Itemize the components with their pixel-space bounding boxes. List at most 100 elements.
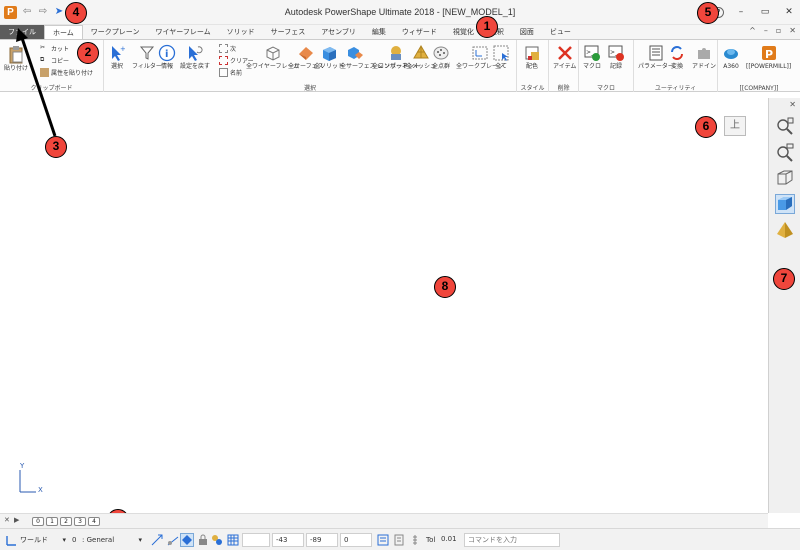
doc-restore-button[interactable]: ▫	[776, 26, 781, 35]
macro-play-icon: >_	[583, 44, 601, 62]
doc-minimize-button[interactable]: –	[764, 26, 768, 35]
name-button[interactable]: 名前	[219, 68, 242, 77]
component-icon	[387, 44, 405, 62]
surface-solid-icon	[346, 44, 364, 62]
select-arrow-icon[interactable]: ➤	[52, 5, 66, 19]
layer-bar-close-icon[interactable]: ✕	[4, 516, 10, 524]
shaded-cube-icon[interactable]	[775, 194, 795, 214]
tab-edit[interactable]: 編集	[364, 25, 394, 39]
layer-bar-toggle-icon[interactable]: ▶	[14, 516, 19, 524]
measure-icon[interactable]	[408, 533, 422, 547]
delete-item-button[interactable]: アイテム	[553, 44, 576, 70]
tab-file[interactable]: ファイル	[0, 25, 44, 39]
doc-close-button[interactable]: ✕	[789, 26, 796, 35]
convert-button[interactable]: 変換	[668, 44, 686, 70]
tab-surface[interactable]: サーフェス	[263, 25, 314, 39]
zoom-extents-icon[interactable]	[775, 116, 795, 136]
scissors-icon: ✂	[40, 44, 46, 51]
macro-button[interactable]: >_ マクロ	[583, 44, 601, 70]
tolerance-value[interactable]: 0.01	[438, 533, 462, 547]
layer-button-0[interactable]: 0	[32, 517, 44, 526]
x-coordinate-field[interactable]: -43	[272, 533, 304, 547]
paste-button[interactable]: 貼り付け	[4, 46, 28, 72]
chevron-down-icon: ▾	[62, 536, 66, 544]
lock-icon[interactable]	[196, 533, 210, 547]
view-orientation-label[interactable]: 上	[724, 116, 746, 136]
y-coordinate-field[interactable]: -89	[306, 533, 338, 547]
select-all-point-clouds-button[interactable]: 全点群	[432, 44, 450, 70]
app-logo-icon[interactable]: P	[4, 6, 17, 19]
command-input[interactable]	[464, 533, 560, 547]
tab-wizard[interactable]: ウィザード	[394, 25, 445, 39]
select-arrow-icon: +	[108, 44, 126, 62]
color-scheme-button[interactable]: 配色	[523, 44, 541, 70]
svg-text:P: P	[765, 48, 773, 61]
powermill-logo-icon: P	[760, 44, 778, 62]
copy-button[interactable]: ⧉ コピー	[40, 56, 69, 65]
collapse-ribbon-icon[interactable]: ^	[749, 26, 756, 35]
layer-number: 0	[72, 536, 77, 544]
status-bar: ワールド ▾ 0 : General ▾ -43 -89 0 Tol 0.01	[0, 528, 800, 550]
powermill-button[interactable]: P [[POWERMILL]]	[746, 44, 791, 70]
z-coordinate-field[interactable]: 0	[340, 533, 372, 547]
select-all-button[interactable]: 全て	[492, 44, 510, 70]
delete-x-icon	[556, 44, 574, 62]
graphics-viewport[interactable]: 上 Y X	[0, 92, 768, 513]
chevron-down-icon: ▾	[138, 536, 142, 544]
workplane-icon	[471, 44, 489, 62]
workplane-axis-icon[interactable]	[4, 533, 18, 547]
annotation-7: 7	[773, 268, 795, 290]
tab-assembly[interactable]: アセンブリ	[313, 25, 364, 39]
wireframe-cube-icon[interactable]	[775, 168, 795, 188]
zoom-box-icon[interactable]	[775, 142, 795, 162]
pyramid-shade-icon[interactable]	[775, 220, 795, 240]
layer-bar: ✕ ▶ 0 1 2 3 4	[0, 513, 768, 528]
close-button[interactable]: ✕	[782, 5, 796, 19]
addin-button[interactable]: アドイン	[692, 44, 716, 70]
select-all-surfaces-solids-button[interactable]: 全サーフェス & ソリッド	[340, 44, 408, 70]
snap-icon[interactable]	[150, 533, 164, 547]
view-mode-icon[interactable]	[180, 533, 194, 547]
record-macro-button[interactable]: >_ 記録	[607, 44, 625, 70]
point-cloud-icon	[432, 44, 450, 62]
a360-button[interactable]: A360	[722, 44, 740, 70]
annotation-8: 8	[434, 276, 456, 298]
tolerance-label: Tol	[426, 536, 436, 544]
tab-home[interactable]: ホーム	[44, 25, 83, 39]
snap-angle-icon[interactable]	[166, 533, 180, 547]
cut-button[interactable]: ✂ カット	[40, 44, 69, 53]
tab-solid[interactable]: ソリッド	[219, 25, 263, 39]
tab-view[interactable]: ビュー	[542, 25, 579, 39]
layer-button-1[interactable]: 1	[46, 517, 58, 526]
undo-icon[interactable]: ⇦	[20, 5, 34, 19]
minimize-button[interactable]: –	[734, 5, 748, 19]
workplane-select[interactable]: ワールド ▾	[20, 533, 66, 547]
panel-close-icon[interactable]: ✕	[789, 100, 796, 109]
select-button[interactable]: + 選択	[108, 44, 126, 70]
dimension-icon[interactable]	[376, 533, 390, 547]
redo-icon[interactable]: ⇨	[36, 5, 50, 19]
color-picker-icon[interactable]	[210, 533, 224, 547]
reset-settings-button[interactable]: 設定を戻す	[180, 44, 210, 70]
grid-icon[interactable]	[226, 533, 240, 547]
layer-select[interactable]: : General ▾	[82, 533, 142, 547]
maximize-button[interactable]: ▭	[758, 5, 772, 19]
layer-button-3[interactable]: 3	[74, 517, 86, 526]
layer-button-4[interactable]: 4	[88, 517, 100, 526]
delete-group: アイテム 削除	[549, 40, 579, 93]
next-select-icon	[219, 44, 228, 53]
tab-workplane[interactable]: ワークプレーン	[83, 25, 148, 39]
utility-group: パラメーター 変換 アドイン ユーティリティ	[634, 40, 718, 93]
paste-attributes-button[interactable]: 属性を貼り付け	[40, 68, 93, 77]
annotation-4: 4	[65, 2, 87, 24]
units-icon[interactable]	[392, 533, 406, 547]
layer-button-2[interactable]: 2	[60, 517, 72, 526]
next-button[interactable]: 次	[219, 44, 236, 53]
coordinate-mode-field[interactable]	[242, 533, 270, 547]
ribbon-panel: 貼り付け ✂ カット ⧉ コピー 属性を貼り付け クリップボード + 選択 フィ…	[0, 39, 800, 93]
window-title: Autodesk PowerShape Ultimate 2018 - [NEW…	[284, 7, 516, 17]
macro-group: >_ マクロ >_ 記録 マクロ	[579, 40, 634, 93]
tab-drawing[interactable]: 図面	[512, 25, 542, 39]
info-button[interactable]: i 情報	[158, 44, 176, 70]
tab-wireframe[interactable]: ワイヤーフレーム	[147, 25, 218, 39]
